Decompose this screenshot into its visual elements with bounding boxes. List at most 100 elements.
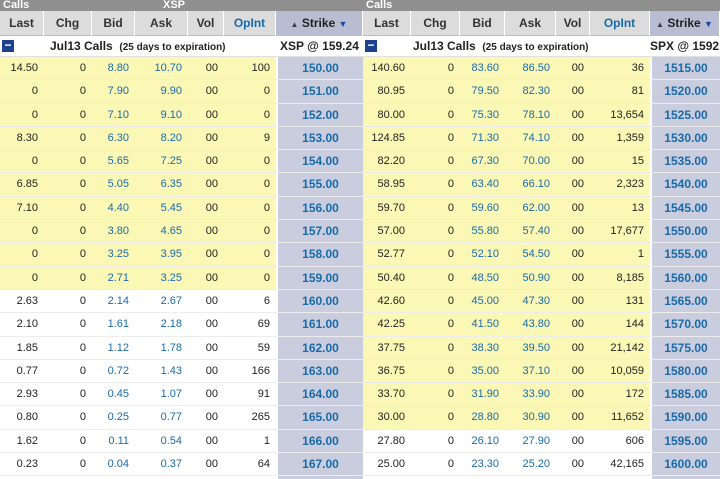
cell-ask[interactable]: 2.18 xyxy=(135,313,188,335)
option-row[interactable]: 0 0 5.65 7.25 00 0 154.00 xyxy=(0,150,363,174)
cell-ask[interactable]: 1.43 xyxy=(135,360,188,382)
cell-ask[interactable]: 10.70 xyxy=(135,57,188,79)
cell-strike[interactable]: 165.00 xyxy=(276,406,363,429)
cell-ask[interactable]: 2.67 xyxy=(135,290,188,312)
col-header-ask[interactable]: Ask xyxy=(135,11,188,36)
option-row[interactable]: 59.70 0 59.60 62.00 00 13 1545.00 xyxy=(363,196,720,221)
cell-ask[interactable]: 3.95 xyxy=(135,243,188,265)
cell-strike[interactable]: 157.00 xyxy=(276,220,363,243)
cell-ask[interactable]: 86.50 xyxy=(505,57,556,79)
option-row[interactable]: 0 0 3.80 4.65 00 0 157.00 xyxy=(0,220,363,244)
option-row[interactable]: 6.85 0 5.05 6.35 00 0 155.00 xyxy=(0,173,363,197)
cell-strike[interactable]: 1600.00 xyxy=(650,453,720,476)
option-row[interactable]: 30.00 0 28.80 30.90 00 11,652 1590.00 xyxy=(363,406,720,430)
cell-strike[interactable]: 161.00 xyxy=(276,313,363,336)
cell-bid[interactable]: 7.10 xyxy=(92,104,135,126)
cell-bid[interactable]: 5.05 xyxy=(92,173,135,195)
cell-bid[interactable]: 0.45 xyxy=(92,383,135,405)
cell-strike[interactable]: 1550.00 xyxy=(650,220,720,243)
cell-ask[interactable]: 37.10 xyxy=(505,360,556,382)
cell-bid[interactable]: 2.71 xyxy=(92,267,135,289)
sort-down-icon[interactable]: ▼ xyxy=(704,19,713,29)
cell-strike[interactable]: 167.00 xyxy=(276,453,363,476)
cell-ask[interactable]: 0.77 xyxy=(135,406,188,428)
cell-ask[interactable]: 3.25 xyxy=(135,267,188,289)
cell-bid[interactable]: 7.90 xyxy=(92,80,135,102)
cell-strike[interactable]: 155.00 xyxy=(276,173,363,196)
cell-bid[interactable]: 48.50 xyxy=(460,267,505,289)
cell-strike[interactable]: 1530.00 xyxy=(650,126,720,150)
cell-strike[interactable]: 1570.00 xyxy=(650,313,720,336)
cell-bid[interactable]: 3.25 xyxy=(92,243,135,265)
option-row[interactable]: 80.95 0 79.50 82.30 00 81 1520.00 xyxy=(363,80,720,104)
cell-ask[interactable]: 8.20 xyxy=(135,127,188,149)
col-header-chg[interactable]: Chg xyxy=(44,11,92,36)
cell-strike[interactable]: 163.00 xyxy=(276,359,363,383)
cell-bid[interactable]: 35.00 xyxy=(460,360,505,382)
cell-bid[interactable]: 45.00 xyxy=(460,290,505,312)
cell-strike[interactable]: 153.00 xyxy=(276,126,363,150)
cell-bid[interactable]: 41.50 xyxy=(460,313,505,335)
cell-bid[interactable]: 83.60 xyxy=(460,57,505,79)
option-row[interactable]: 2.10 0 1.61 2.18 00 69 161.00 xyxy=(0,313,363,337)
cell-ask[interactable]: 74.10 xyxy=(505,127,556,149)
cell-strike[interactable]: 166.00 xyxy=(276,429,363,453)
collapse-icon[interactable]: − xyxy=(2,39,14,52)
option-row[interactable]: 124.85 0 71.30 74.10 00 1,359 1530.00 xyxy=(363,126,720,151)
cell-bid[interactable]: 0.11 xyxy=(92,430,135,452)
cell-strike[interactable]: 1540.00 xyxy=(650,173,720,196)
cell-bid[interactable]: 63.40 xyxy=(460,173,505,195)
option-row[interactable]: 8.30 0 6.30 8.20 00 9 153.00 xyxy=(0,126,363,151)
cell-ask[interactable]: 5.45 xyxy=(135,197,188,219)
cell-ask[interactable]: 78.10 xyxy=(505,104,556,126)
cell-ask[interactable]: 57.40 xyxy=(505,220,556,242)
cell-bid[interactable]: 26.10 xyxy=(460,430,505,452)
option-row[interactable]: 0 0 3.25 3.95 00 0 158.00 xyxy=(0,243,363,267)
option-row[interactable]: 0 0 7.10 9.10 00 0 152.00 xyxy=(0,103,363,127)
cell-bid[interactable]: 23.30 xyxy=(460,453,505,475)
cell-bid[interactable]: 3.80 xyxy=(92,220,135,242)
cell-strike[interactable]: 1545.00 xyxy=(650,196,720,220)
cell-strike[interactable]: 162.00 xyxy=(276,336,363,359)
option-row[interactable]: 140.60 0 83.60 86.50 00 36 1515.00 xyxy=(363,57,720,81)
col-header-strike[interactable]: ▲ Strike ▼ xyxy=(276,11,363,36)
cell-strike[interactable]: 164.00 xyxy=(276,383,363,406)
cell-ask[interactable]: 39.50 xyxy=(505,337,556,359)
cell-bid[interactable]: 4.40 xyxy=(92,197,135,219)
cell-strike[interactable]: 1580.00 xyxy=(650,359,720,383)
col-header-bid[interactable]: Bid xyxy=(92,11,135,36)
option-row[interactable]: 27.80 0 26.10 27.90 00 606 1595.00 xyxy=(363,429,720,454)
cell-ask[interactable]: 82.30 xyxy=(505,80,556,102)
cell-bid[interactable]: 0.25 xyxy=(92,406,135,428)
option-row[interactable]: 25.00 0 23.30 25.20 00 42,165 1600.00 xyxy=(363,453,720,477)
option-row[interactable]: 1.62 0 0.11 0.54 00 1 166.00 xyxy=(0,429,363,454)
cell-strike[interactable]: 151.00 xyxy=(276,80,363,103)
option-row[interactable]: 0.80 0 0.25 0.77 00 265 165.00 xyxy=(0,406,363,430)
cell-ask[interactable]: 1.78 xyxy=(135,337,188,359)
sort-down-icon[interactable]: ▼ xyxy=(339,19,348,29)
cell-strike[interactable]: 1560.00 xyxy=(650,266,720,289)
cell-bid[interactable]: 1.61 xyxy=(92,313,135,335)
cell-ask[interactable]: 4.65 xyxy=(135,220,188,242)
option-row[interactable]: 14.50 0 8.80 10.70 00 100 150.00 xyxy=(0,57,363,81)
cell-strike[interactable]: 1515.00 xyxy=(650,57,720,80)
option-row[interactable]: 0.77 0 0.72 1.43 00 166 163.00 xyxy=(0,359,363,384)
cell-ask[interactable]: 0.54 xyxy=(135,430,188,452)
cell-ask[interactable]: 25.20 xyxy=(505,453,556,475)
cell-strike[interactable]: 1590.00 xyxy=(650,406,720,429)
cell-bid[interactable]: 38.30 xyxy=(460,337,505,359)
col-header-chg[interactable]: Chg xyxy=(411,11,460,36)
option-row[interactable]: 57.00 0 55.80 57.40 00 17,677 1550.00 xyxy=(363,220,720,244)
cell-ask[interactable]: 0.37 xyxy=(135,453,188,475)
col-header-last[interactable]: Last xyxy=(0,11,44,36)
cell-strike[interactable]: 1555.00 xyxy=(650,243,720,266)
option-row[interactable]: 50.40 0 48.50 50.90 00 8,185 1560.00 xyxy=(363,266,720,290)
col-header-last[interactable]: Last xyxy=(363,11,411,36)
option-row[interactable]: 1.85 0 1.12 1.78 00 59 162.00 xyxy=(0,336,363,360)
cell-bid[interactable]: 52.10 xyxy=(460,243,505,265)
option-row[interactable]: 2.63 0 2.14 2.67 00 6 160.00 xyxy=(0,289,363,314)
option-row[interactable]: 58.95 0 63.40 66.10 00 2,323 1540.00 xyxy=(363,173,720,197)
cell-bid[interactable]: 5.65 xyxy=(92,150,135,172)
cell-strike[interactable]: 1585.00 xyxy=(650,383,720,406)
cell-strike[interactable]: 158.00 xyxy=(276,243,363,266)
